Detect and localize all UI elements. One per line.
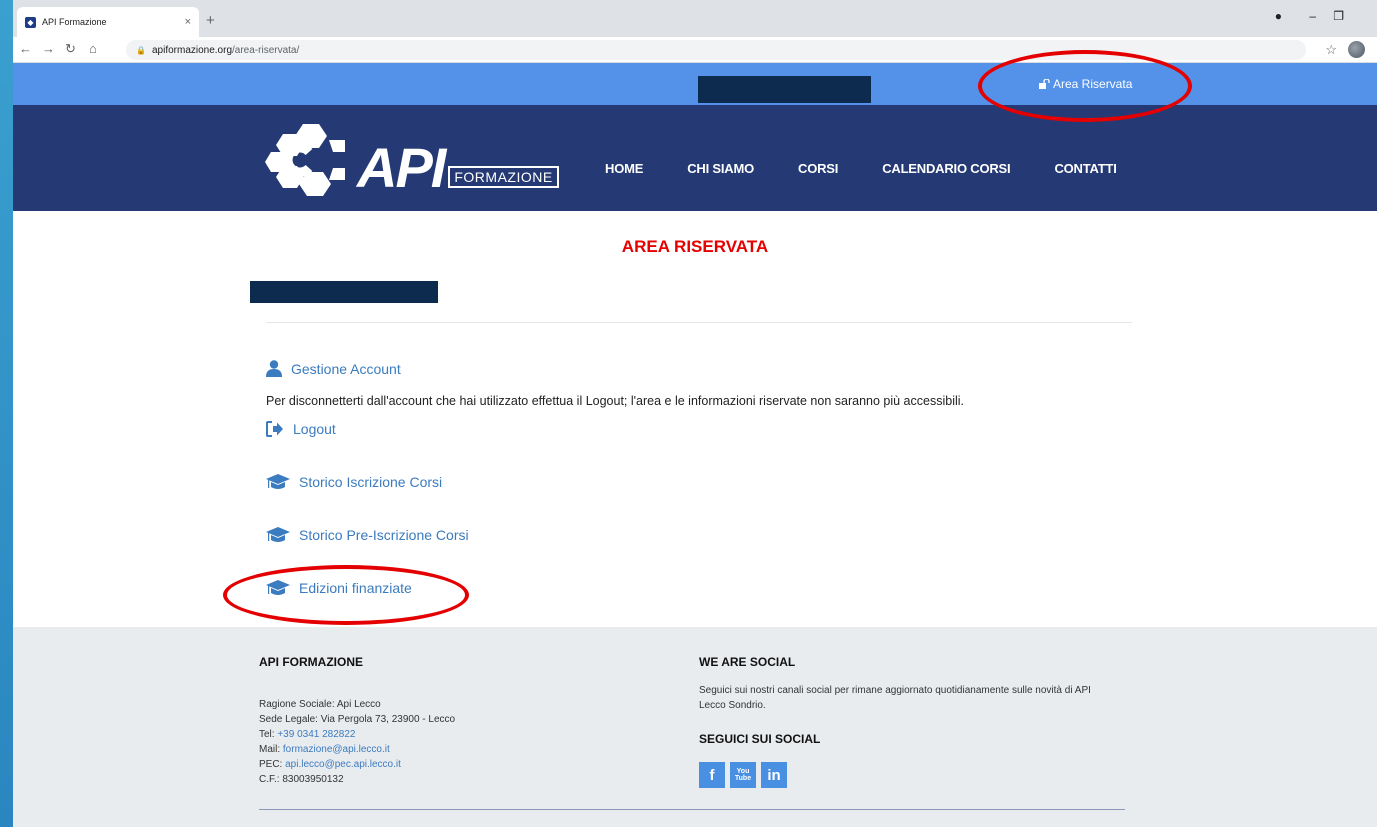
hexagon-logo-icon: [265, 124, 345, 196]
bookmark-star-icon[interactable]: ☆: [1325, 42, 1337, 58]
logo-api-text: API: [357, 136, 446, 199]
profile-indicator-icon[interactable]: ●: [1275, 9, 1282, 23]
logout-label: Logout: [293, 421, 336, 437]
footer-we-are-social-title: WE ARE SOCIAL: [699, 655, 796, 669]
pec-label: PEC:: [259, 759, 286, 770]
tab-title: API Formazione: [42, 17, 107, 27]
social-icons: f You Tube in: [699, 762, 787, 788]
browser-tab[interactable]: ◆ API Formazione ×: [17, 7, 199, 37]
back-arrow-icon[interactable]: ←: [19, 41, 32, 56]
storico-pre-iscrizione-link[interactable]: Storico Pre-Iscrizione Corsi: [266, 526, 469, 544]
main-content: AREA RISERVATA Gestione Account Per disc…: [13, 211, 1377, 627]
graduation-cap-icon: [266, 526, 290, 544]
company-info: Ragione Sociale: Api Lecco Sede Legale: …: [259, 697, 455, 787]
home-icon[interactable]: ⌂: [89, 41, 97, 56]
footer-seguici-title: SEGUICI SUI SOCIAL: [699, 732, 821, 746]
logout-description: Per disconnetterti dall'account che hai …: [266, 394, 964, 408]
address-bar[interactable]: 🔒 apiformazione.org/area-riservata/: [126, 40, 1306, 60]
storico-iscrizione-label: Storico Iscrizione Corsi: [299, 474, 443, 490]
reload-icon[interactable]: ↻: [65, 41, 76, 57]
storico-iscrizione-link[interactable]: Storico Iscrizione Corsi: [266, 473, 442, 491]
unlock-icon: [1039, 79, 1050, 89]
logo-formazione-text: FORMAZIONE: [448, 166, 559, 188]
url-path: /area-riservata/: [232, 44, 300, 56]
tel-line: Tel: +39 0341 282822: [259, 727, 455, 742]
tab-strip: ◆ API Formazione × + ● – ❐: [13, 0, 1377, 37]
user-icon: [266, 360, 282, 377]
storico-pre-iscrizione-label: Storico Pre-Iscrizione Corsi: [299, 527, 469, 543]
tel-label: Tel:: [259, 729, 278, 740]
tab-close-icon[interactable]: ×: [185, 16, 191, 28]
site-footer: API FORMAZIONE Ragione Sociale: Api Lecc…: [13, 627, 1377, 827]
nav-corsi[interactable]: CORSI: [798, 161, 838, 176]
mail-line: Mail: formazione@api.lecco.it: [259, 742, 455, 757]
social-description: Seguici sui nostri canali social per rim…: [699, 685, 1091, 711]
nav-home[interactable]: HOME: [605, 161, 643, 176]
mail-label: Mail:: [259, 744, 283, 755]
site-favicon-icon: ◆: [25, 16, 36, 28]
api-formazione-logo[interactable]: API FORMAZIONE: [263, 122, 559, 196]
minimize-icon[interactable]: –: [1309, 9, 1316, 23]
page-title: AREA RISERVATA: [621, 237, 769, 256]
nav-contatti[interactable]: CONTATTI: [1054, 161, 1116, 176]
mail-link[interactable]: formazione@api.lecco.it: [283, 744, 390, 755]
lock-icon: 🔒: [136, 45, 146, 55]
footer-api-formazione-title: API FORMAZIONE: [259, 655, 363, 669]
browser-toolbar: ← → ↻ ⌂ 🔒 apiformazione.org/area-riserva…: [13, 37, 1377, 63]
gestione-account-label: Gestione Account: [291, 360, 401, 377]
forward-arrow-icon[interactable]: →: [42, 41, 55, 56]
tel-link[interactable]: +39 0341 282822: [277, 729, 355, 740]
footer-divider: [259, 809, 1125, 810]
profile-avatar[interactable]: [1348, 41, 1365, 58]
restore-icon[interactable]: ❐: [1333, 9, 1344, 23]
graduation-cap-icon: [266, 579, 290, 597]
linkedin-icon[interactable]: in: [761, 762, 787, 788]
site-topbar: Area Riservata: [13, 63, 1377, 105]
codice-fiscale: C.F.: 83003950132: [259, 774, 344, 785]
area-riservata-label: Area Riservata: [1053, 77, 1133, 91]
graduation-cap-icon: [266, 473, 290, 491]
area-riservata-link[interactable]: Area Riservata: [1039, 77, 1132, 91]
new-tab-button[interactable]: +: [206, 12, 215, 29]
ragione-sociale: Ragione Sociale: Api Lecco: [259, 699, 381, 710]
main-nav: HOME CHI SIAMO CORSI CALENDARIO CORSI CO…: [605, 161, 1161, 176]
redacted-block: [698, 76, 871, 103]
facebook-icon[interactable]: f: [699, 762, 725, 788]
site-header: API FORMAZIONE HOME CHI SIAMO CORSI CALE…: [13, 105, 1377, 211]
nav-calendario-corsi[interactable]: CALENDARIO CORSI: [882, 161, 1010, 176]
logout-link[interactable]: Logout: [266, 421, 336, 437]
divider: [266, 322, 1132, 323]
youtube-icon[interactable]: You Tube: [730, 762, 756, 788]
gestione-account-heading: Gestione Account: [266, 360, 401, 377]
edizioni-finanziate-link[interactable]: Edizioni finanziate: [266, 579, 412, 597]
nav-chi-siamo[interactable]: CHI SIAMO: [687, 161, 754, 176]
sign-out-icon: [266, 421, 284, 437]
url-domain: apiformazione.org: [151, 44, 233, 56]
redacted-block: [250, 281, 438, 303]
edizioni-finanziate-label: Edizioni finanziate: [299, 580, 412, 596]
sede-legale: Sede Legale: Via Pergola 73, 23900 - Lec…: [259, 714, 456, 725]
pec-link[interactable]: api.lecco@pec.api.lecco.it: [285, 759, 401, 770]
browser-window: ◆ API Formazione × + ● – ❐ ← → ↻ ⌂ 🔒 api…: [13, 0, 1377, 827]
pec-line: PEC: api.lecco@pec.api.lecco.it: [259, 757, 455, 772]
